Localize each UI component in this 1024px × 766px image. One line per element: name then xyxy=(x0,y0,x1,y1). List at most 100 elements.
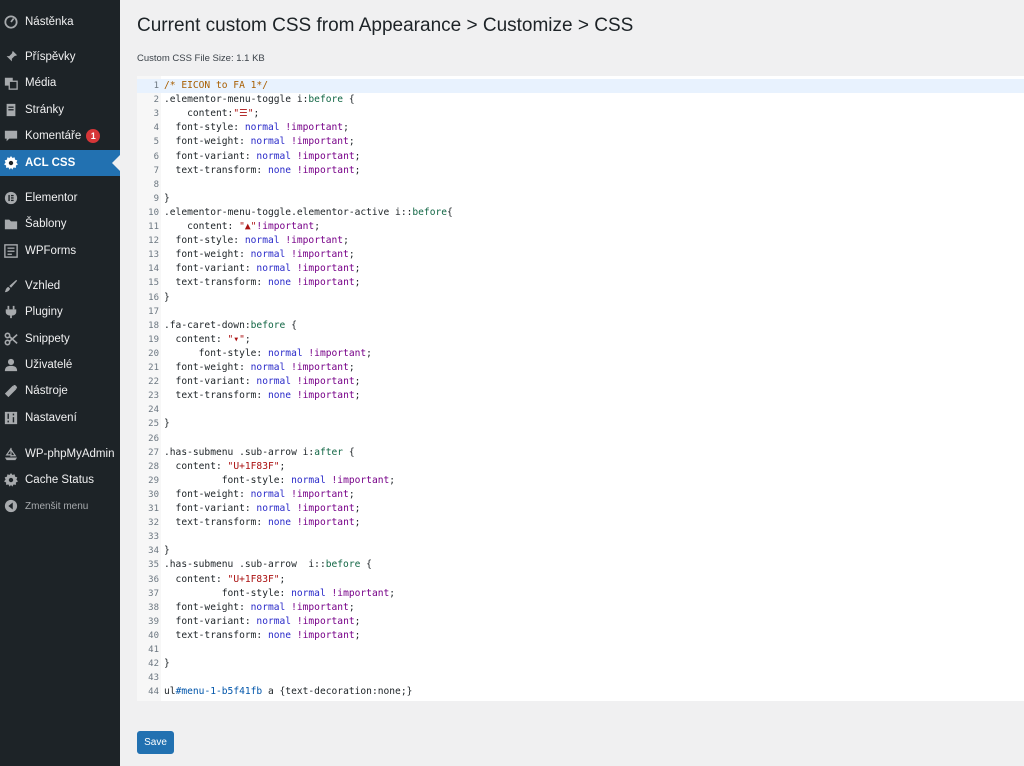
code-line[interactable]: 7 text-transform: none !important; xyxy=(137,164,1024,178)
line-number: 4 xyxy=(153,123,159,134)
line-number: 38 xyxy=(148,602,159,613)
sidebar-item-elementor[interactable]: Elementor xyxy=(0,185,120,211)
code-text: } xyxy=(164,418,170,430)
sidebar-item-snippety[interactable]: Snippety xyxy=(0,326,120,352)
line-number: 28 xyxy=(148,461,159,472)
line-number: 39 xyxy=(148,616,159,627)
line-number: 34 xyxy=(148,546,159,557)
code-line[interactable]: 38 font-weight: normal !important; xyxy=(137,601,1024,615)
code-line[interactable]: 44 ul#menu-1-b5f41fb a {text-decoration:n… xyxy=(137,685,1024,699)
sidebar-item-str-nky[interactable]: Stránky xyxy=(0,97,120,123)
code-line[interactable]: 40 text-transform: none !important; xyxy=(137,629,1024,643)
page-title: Current custom CSS from Appearance > Cus… xyxy=(137,15,634,36)
code-line[interactable]: 32 text-transform: none !important; xyxy=(137,516,1024,530)
line-number: 17 xyxy=(148,306,159,317)
code-line[interactable]: 27 .has-submenu .sub-arrow i:after { xyxy=(137,446,1024,460)
code-line[interactable]: 3 content:"☰"; xyxy=(137,107,1024,121)
code-line[interactable]: 19 content: "▾"; xyxy=(137,333,1024,347)
code-text: content: "U+1F83F"; xyxy=(164,460,286,472)
code-line[interactable]: 22 font-variant: normal !important; xyxy=(137,375,1024,389)
code-line[interactable]: 9} xyxy=(137,192,1024,206)
code-text: .fa-caret-down:before { xyxy=(164,319,297,331)
code-text: font-style: normal !important; xyxy=(164,587,396,599)
sidebar-item-wpforms[interactable]: WPForms xyxy=(0,238,120,264)
line-number: 11 xyxy=(148,222,159,232)
sidebar-item-label: Šablony xyxy=(25,218,67,230)
user-icon xyxy=(4,358,18,372)
sidebar-item-label: Příspěvky xyxy=(25,51,76,63)
code-line[interactable]: 41 xyxy=(137,643,1024,657)
code-line[interactable]: 15 text-transform: none !important; xyxy=(137,276,1024,290)
sidebar-item-label: Nastavení xyxy=(25,412,77,424)
sidebar-item-p-sp-vky[interactable]: Příspěvky xyxy=(0,44,120,70)
sidebar-item-vzhled[interactable]: Vzhled xyxy=(0,273,120,299)
code-line[interactable]: 10 .elementor-menu-toggle.elementor-activ… xyxy=(137,206,1024,220)
code-line[interactable]: 33 xyxy=(137,530,1024,544)
code-line[interactable]: 43 xyxy=(137,671,1024,685)
code-text: font-variant: normal !important; xyxy=(164,376,361,388)
sidebar-item-u-ivatel-[interactable]: Uživatelé xyxy=(0,352,120,378)
sidebar-item-n-st-nka[interactable]: Nástěnka xyxy=(0,9,120,35)
line-number: 16 xyxy=(148,292,159,303)
collapse-icon xyxy=(4,499,18,513)
sidebar-item-wp-phpmyadmin[interactable]: WP-phpMyAdmin xyxy=(0,441,120,467)
code-line[interactable]: 1 /* EICON to FA 1*/ xyxy=(137,79,1024,94)
line-number: 29 xyxy=(148,475,159,486)
code-line[interactable]: 35 .has-submenu .sub-arrow i::before { xyxy=(137,558,1024,572)
code-line[interactable]: 34} xyxy=(137,544,1024,558)
code-line[interactable]: 5 font-weight: normal !important; xyxy=(137,135,1024,149)
code-line[interactable]: 14 font-variant: normal !important; xyxy=(137,262,1024,276)
code-line[interactable]: 11 content: "▲"!important; xyxy=(137,220,1024,234)
code-text: .has-submenu .sub-arrow i:after { xyxy=(164,446,355,458)
file-size-label: Custom CSS File Size: 1.1 KB xyxy=(137,53,265,64)
comments-count-badge: 1 xyxy=(86,129,101,143)
code-text: font-weight: normal !important; xyxy=(164,136,355,148)
sidebar-item--ablony[interactable]: Šablony xyxy=(0,211,120,237)
code-line[interactable]: 16} xyxy=(137,291,1024,305)
code-line[interactable]: 25} xyxy=(137,417,1024,431)
code-line[interactable]: 28 content: "U+1F83F"; xyxy=(137,460,1024,474)
sidebar-item-n-stroje[interactable]: Nástroje xyxy=(0,378,120,404)
code-line[interactable]: 29 font-style: normal !important; xyxy=(137,474,1024,488)
code-line[interactable]: 6 font-variant: normal !important; xyxy=(137,150,1024,164)
elementor-icon xyxy=(4,191,18,205)
css-code-editor[interactable]: 1 /* EICON to FA 1*/ 2 .elementor-menu-togg… xyxy=(137,76,1024,701)
sidebar-item-pluginy[interactable]: Pluginy xyxy=(0,299,120,325)
code-line[interactable]: 2 .elementor-menu-toggle i:before { xyxy=(137,93,1024,107)
gear-icon xyxy=(4,473,18,487)
code-line[interactable]: 37 font-style: normal !important; xyxy=(137,587,1024,601)
line-number: 42 xyxy=(148,659,159,670)
code-line[interactable]: 23 text-transform: none !important; xyxy=(137,389,1024,403)
folder-icon xyxy=(4,217,18,231)
sidebar-item-koment-e[interactable]: Komentáře 1 xyxy=(0,123,120,149)
code-line[interactable]: 8 xyxy=(137,178,1024,192)
code-line[interactable]: 42} xyxy=(137,657,1024,671)
save-button[interactable]: Save xyxy=(137,731,174,754)
code-line[interactable]: 20 font-style: normal !important; xyxy=(137,347,1024,361)
line-number: 20 xyxy=(148,348,159,359)
code-line[interactable]: 31 font-variant: normal !important; xyxy=(137,502,1024,516)
line-number: 12 xyxy=(148,236,159,247)
code-line[interactable]: 4 font-style: normal !important; xyxy=(137,121,1024,135)
code-line[interactable]: 12 font-style: normal !important; xyxy=(137,234,1024,248)
code-line[interactable]: 17 xyxy=(137,305,1024,319)
sidebar-item-zmen-it-menu[interactable]: Zmenšit menu xyxy=(0,493,120,519)
sidebar-item-cache-status[interactable]: Cache Status xyxy=(0,467,120,493)
line-number: 21 xyxy=(148,363,159,373)
code-line[interactable]: 21 font-weight: normal !important; xyxy=(137,361,1024,375)
code-line[interactable]: 26 xyxy=(137,432,1024,446)
code-text: content: "U+1F83F"; xyxy=(164,573,286,585)
code-text: font-weight: normal !important; xyxy=(164,362,355,373)
sidebar-item-acl-css[interactable]: ACL CSS xyxy=(0,150,120,176)
line-number: 41 xyxy=(148,645,159,655)
sidebar-item-m-dia[interactable]: Média xyxy=(0,70,120,96)
code-text: text-transform: none !important; xyxy=(164,629,361,641)
code-line[interactable]: 18 .fa-caret-down:before { xyxy=(137,319,1024,333)
code-line[interactable]: 36 content: "U+1F83F"; xyxy=(137,573,1024,587)
code-line[interactable]: 39 font-variant: normal !important; xyxy=(137,615,1024,629)
code-line[interactable]: 24 xyxy=(137,403,1024,417)
comments-icon xyxy=(4,129,18,143)
code-line[interactable]: 30 font-weight: normal !important; xyxy=(137,488,1024,502)
code-line[interactable]: 13 font-weight: normal !important; xyxy=(137,248,1024,262)
sidebar-item-nastaven-[interactable]: Nastavení xyxy=(0,405,120,431)
